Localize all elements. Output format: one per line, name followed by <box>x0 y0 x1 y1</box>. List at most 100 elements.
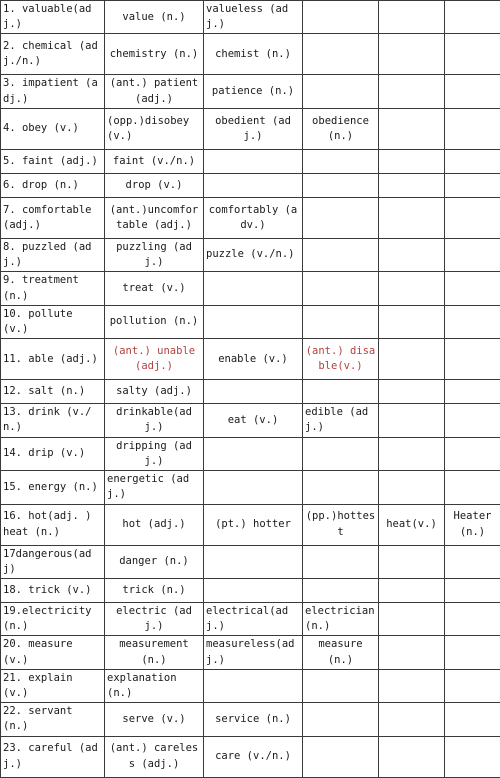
table-cell-derivative <box>379 736 445 777</box>
table-cell-derivative <box>445 736 500 777</box>
table-cell-word: 12. salt (n.) <box>1 380 105 404</box>
table-cell-derivative <box>303 736 379 777</box>
table-cell-derivative <box>303 238 379 271</box>
table-cell-derivative <box>379 339 445 380</box>
table-cell-derivative <box>379 437 445 470</box>
table-row: 7. comfortable (adj.)(ant.)uncomfortable… <box>1 197 500 238</box>
table-cell-derivative <box>445 669 500 702</box>
table-cell-derivative <box>445 437 500 470</box>
table-cell-derivative <box>445 339 500 380</box>
table-cell-derivative: obedient (adj.) <box>204 108 303 149</box>
table-row: 11. able (adj.)(ant.) unable (adj.)enabl… <box>1 339 500 380</box>
table-cell-derivative <box>379 380 445 404</box>
table-cell-derivative: electrician(n.) <box>303 602 379 635</box>
table-cell-word: 15. energy (n.) <box>1 471 105 504</box>
table-cell-derivative: serve (v.) <box>105 703 204 736</box>
table-cell-derivative: heat(v.) <box>379 504 445 545</box>
table-cell-derivative <box>303 471 379 504</box>
word-formation-table: 1. valuable(adj.)value (n.)valueless (ad… <box>0 0 500 778</box>
table-row: 13. drink (v./n.)drinkable(adj.)eat (v.)… <box>1 404 500 437</box>
table-cell-derivative <box>379 636 445 669</box>
table-cell-word: 3. impatient (adj.) <box>1 75 105 108</box>
table-cell-derivative: enable (v.) <box>204 339 303 380</box>
table-cell-derivative <box>445 1 500 34</box>
table-cell-derivative: electric (adj.) <box>105 602 204 635</box>
table-cell-derivative <box>379 471 445 504</box>
table-cell-derivative <box>445 238 500 271</box>
table-cell-derivative: measurement (n.) <box>105 636 204 669</box>
table-cell-derivative <box>445 272 500 305</box>
table-cell-word: 2. chemical (adj./n.) <box>1 34 105 75</box>
table-cell-derivative: (ant.)uncomfortable (adj.) <box>105 197 204 238</box>
table-cell-derivative <box>379 108 445 149</box>
table-cell-derivative: obedience (n.) <box>303 108 379 149</box>
table-cell-derivative: (pp.)hottest <box>303 504 379 545</box>
table-cell-derivative: puzzling (adj.) <box>105 238 204 271</box>
table-row: 17dangerous(adj)danger (n.) <box>1 545 500 578</box>
table-cell-word: 21. explain (v.) <box>1 669 105 702</box>
table-row: 21. explain (v.)explanation (n.) <box>1 669 500 702</box>
table-cell-derivative: electrical(adj.) <box>204 602 303 635</box>
table-cell-derivative <box>445 108 500 149</box>
table-cell-derivative <box>379 602 445 635</box>
table-cell-derivative: trick (n.) <box>105 578 204 602</box>
table-cell-derivative <box>204 305 303 338</box>
table-cell-derivative <box>379 75 445 108</box>
table-body: 1. valuable(adj.)value (n.)valueless (ad… <box>1 1 500 778</box>
table-cell-word: 11. able (adj.) <box>1 339 105 380</box>
table-cell-derivative: chemistry (n.) <box>105 34 204 75</box>
table-cell-derivative <box>379 149 445 173</box>
table-row: 5. faint (adj.)faint (v./n.) <box>1 149 500 173</box>
table-cell-derivative <box>379 545 445 578</box>
table-row: 14. drip (v.)dripping (adj.) <box>1 437 500 470</box>
table-cell-derivative <box>379 197 445 238</box>
table-row: 2. chemical (adj./n.)chemistry (n.)chemi… <box>1 34 500 75</box>
table-cell-word: 19.electricity(n.) <box>1 602 105 635</box>
table-cell-derivative <box>303 545 379 578</box>
table-cell-derivative <box>379 669 445 702</box>
table-cell-word: 17dangerous(adj) <box>1 545 105 578</box>
table-cell-derivative <box>303 305 379 338</box>
table-row: 4. obey (v.)(opp.)disobey (v.)obedient (… <box>1 108 500 149</box>
table-cell-derivative <box>303 437 379 470</box>
table-cell-derivative: energetic (adj.) <box>105 471 204 504</box>
table-cell-derivative: puzzle (v./n.) <box>204 238 303 271</box>
table-cell-derivative <box>445 380 500 404</box>
table-cell-derivative: eat (v.) <box>204 404 303 437</box>
table-cell-derivative: salty (adj.) <box>105 380 204 404</box>
table-cell-derivative <box>379 305 445 338</box>
table-cell-derivative <box>445 197 500 238</box>
table-cell-derivative <box>379 272 445 305</box>
table-cell-derivative <box>303 149 379 173</box>
table-cell-word: 8. puzzled (adj.) <box>1 238 105 271</box>
table-cell-derivative <box>303 578 379 602</box>
table-cell-derivative: (ant.) careless (adj.) <box>105 736 204 777</box>
table-cell-derivative: service (n.) <box>204 703 303 736</box>
table-cell-derivative: (pt.) hotter <box>204 504 303 545</box>
table-cell-derivative: (ant.) patient (adj.) <box>105 75 204 108</box>
table-cell-word: 18. trick (v.) <box>1 578 105 602</box>
table-cell-derivative <box>303 380 379 404</box>
table-cell-derivative <box>303 1 379 34</box>
table-row: 3. impatient (adj.)(ant.) patient (adj.)… <box>1 75 500 108</box>
table-cell-derivative: danger (n.) <box>105 545 204 578</box>
table-cell-word: 7. comfortable (adj.) <box>1 197 105 238</box>
table-cell-derivative <box>204 149 303 173</box>
table-cell-derivative <box>445 545 500 578</box>
table-cell-derivative: treat (v.) <box>105 272 204 305</box>
table-cell-derivative <box>303 173 379 197</box>
table-row: 16. hot(adj. ) heat (n.)hot (adj.)(pt.) … <box>1 504 500 545</box>
table-cell-derivative <box>445 75 500 108</box>
table-cell-derivative: drinkable(adj.) <box>105 404 204 437</box>
table-cell-derivative <box>379 1 445 34</box>
table-cell-derivative <box>303 272 379 305</box>
table-cell-derivative <box>445 636 500 669</box>
table-cell-derivative: chemist (n.) <box>204 34 303 75</box>
table-cell-derivative <box>204 272 303 305</box>
table-cell-derivative: edible (adj.) <box>303 404 379 437</box>
table-cell-derivative: (ant.) unable (adj.) <box>105 339 204 380</box>
table-cell-derivative <box>303 34 379 75</box>
table-cell-derivative <box>303 703 379 736</box>
table-row: 8. puzzled (adj.)puzzling (adj.)puzzle (… <box>1 238 500 271</box>
table-row: 18. trick (v.)trick (n.) <box>1 578 500 602</box>
